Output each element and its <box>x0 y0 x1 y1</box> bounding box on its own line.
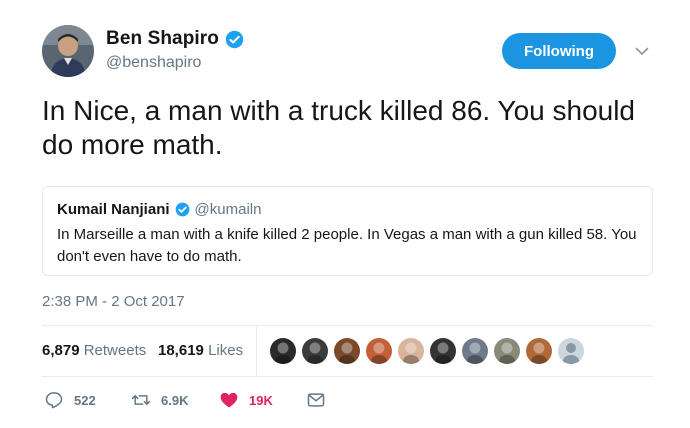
likers-avatars <box>270 338 584 364</box>
following-button[interactable]: Following <box>502 33 616 69</box>
likes-label: Likes <box>208 342 244 359</box>
likes-count: 18,619 <box>158 342 204 359</box>
verified-badge-icon <box>225 30 244 48</box>
liker-avatar-1[interactable] <box>270 338 296 364</box>
divider-bottom <box>42 376 653 377</box>
author-display-name[interactable]: Ben Shapiro <box>106 28 219 50</box>
retweets-label: Retweets <box>83 342 147 359</box>
quoted-display-name: Kumail Nanjiani <box>57 201 170 218</box>
retweet-icon <box>131 395 151 405</box>
quoted-tweet[interactable]: Kumail Nanjiani @kumailn In Marseille a … <box>42 186 653 276</box>
quoted-tweet-header: Kumail Nanjiani @kumailn <box>57 201 261 218</box>
author-avatar[interactable] <box>42 25 94 77</box>
likes-stat[interactable]: 18,619 Likes <box>158 342 243 359</box>
liker-avatar-2[interactable] <box>302 338 328 364</box>
retweet-action[interactable]: 6.9K <box>131 390 188 410</box>
retweets-stat[interactable]: 6,879 Retweets <box>42 342 146 359</box>
heart-icon <box>220 392 238 408</box>
tweet-card: Ben Shapiro @benshapiro Following In Nic… <box>0 0 690 428</box>
reply-action[interactable]: 522 <box>44 390 96 410</box>
reply-icon <box>45 392 63 409</box>
liker-avatar-6[interactable] <box>430 338 456 364</box>
stats-separator <box>256 326 257 376</box>
divider-top <box>42 325 653 326</box>
author-name-row[interactable]: Ben Shapiro <box>106 28 244 50</box>
envelope-icon <box>307 393 325 407</box>
liker-avatar-8[interactable] <box>494 338 520 364</box>
liker-avatar-5[interactable] <box>398 338 424 364</box>
liker-avatar-default[interactable] <box>558 338 584 364</box>
liker-avatar-3[interactable] <box>334 338 360 364</box>
liker-avatar-9[interactable] <box>526 338 552 364</box>
quoted-handle: @kumailn <box>194 201 262 218</box>
retweet-count: 6.9K <box>161 392 189 408</box>
like-count: 19K <box>249 392 273 408</box>
like-action[interactable]: 19K <box>219 390 273 410</box>
liker-avatar-7[interactable] <box>462 338 488 364</box>
quoted-tweet-text: In Marseille a man with a knife killed 2… <box>57 226 637 265</box>
reply-count: 522 <box>74 392 96 408</box>
author-handle[interactable]: @benshapiro <box>106 54 201 72</box>
chevron-down-icon[interactable] <box>634 43 650 59</box>
retweets-count: 6,879 <box>42 342 80 359</box>
tweet-timestamp[interactable]: 2:38 PM - 2 Oct 2017 <box>42 293 185 310</box>
liker-avatar-4[interactable] <box>366 338 392 364</box>
direct-message-action[interactable] <box>306 390 326 410</box>
tweet-text: In Nice, a man with a truck killed 86. Y… <box>42 95 636 160</box>
verified-badge-icon <box>175 202 189 217</box>
